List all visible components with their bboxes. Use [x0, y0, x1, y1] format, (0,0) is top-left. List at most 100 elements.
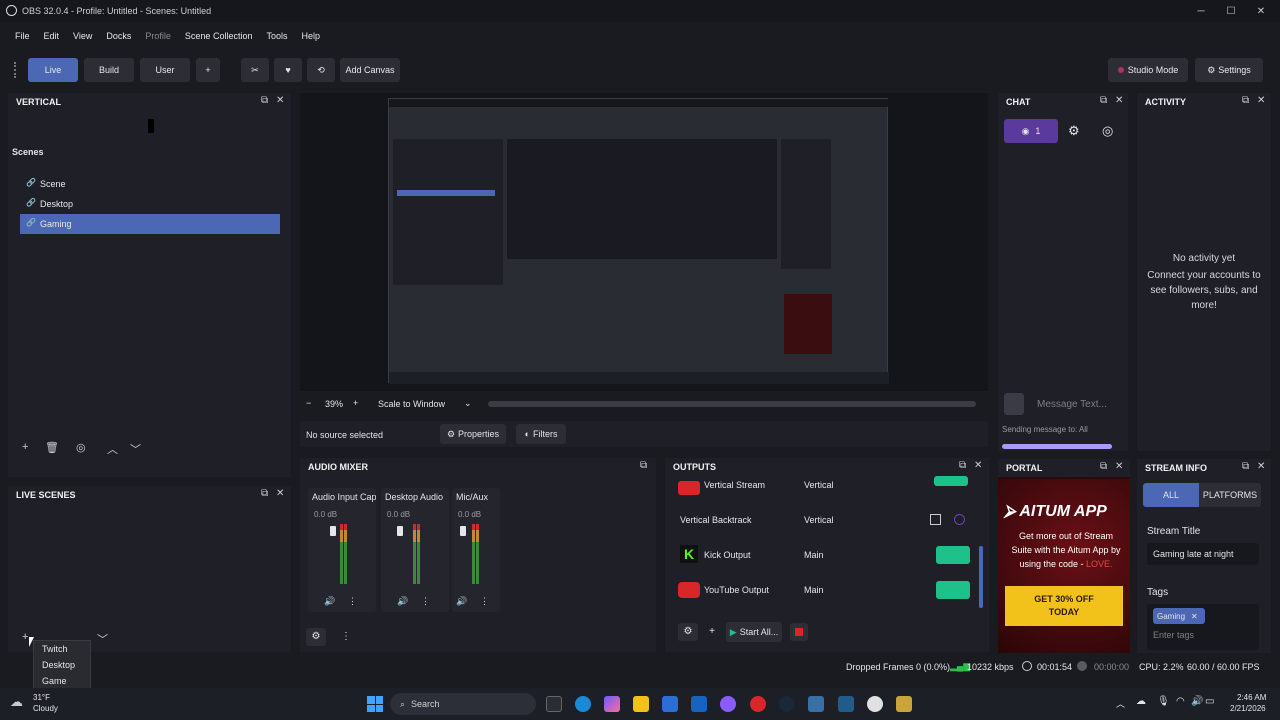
viewer-count-button[interactable]: ◉ 1	[1004, 119, 1058, 143]
menu-docks[interactable]: Docks	[99, 31, 138, 41]
menu-scene-collection[interactable]: Scene Collection	[178, 31, 260, 41]
volume-fader[interactable]	[460, 526, 466, 536]
clock-time[interactable]: 2:46 AM	[1237, 693, 1266, 702]
close-button[interactable]: ✕	[1245, 0, 1277, 22]
scene-item-gaming[interactable]: 🔗 Gaming	[20, 214, 280, 234]
menu-profile[interactable]: Profile	[138, 31, 178, 41]
chat-scrollbar[interactable]	[1002, 444, 1112, 449]
tags-input[interactable]: Enter tags	[1153, 630, 1194, 640]
minimize-button[interactable]: ─	[1185, 0, 1217, 22]
speaker-icon[interactable]: 🔊	[324, 596, 335, 607]
app-icon[interactable]	[808, 696, 824, 712]
zoom-out-button[interactable]: −	[306, 398, 311, 408]
copilot-icon[interactable]	[604, 696, 620, 712]
message-input[interactable]: Message Text...	[1037, 399, 1107, 410]
chevron-up-icon[interactable]: ︿	[1116, 697, 1125, 710]
file-explorer-icon[interactable]	[633, 696, 649, 712]
tab-user[interactable]: User	[140, 58, 190, 82]
studio-mode-button[interactable]: Studio Mode	[1108, 58, 1188, 82]
start-all-button[interactable]: ▶ Start All...	[726, 622, 782, 642]
tab-platforms[interactable]: PLATFORMS	[1199, 483, 1261, 507]
float-icon[interactable]: ⧉	[1100, 95, 1107, 106]
visual-studio-icon[interactable]	[691, 696, 707, 712]
opera-icon[interactable]	[750, 696, 766, 712]
menu-tools[interactable]: Tools	[259, 31, 294, 41]
add-live-scene-icon[interactable]: +	[22, 631, 28, 643]
float-icon[interactable]: ⧉	[1242, 461, 1249, 472]
close-icon[interactable]: ✕	[276, 488, 284, 499]
maximize-button[interactable]: ☐	[1215, 0, 1247, 22]
kick-stream-button[interactable]	[936, 546, 970, 564]
trash-icon[interactable]: 🗑	[45, 441, 59, 454]
up-arrow-icon[interactable]: ︿	[107, 441, 118, 457]
add-canvas-button[interactable]: Add Canvas	[340, 58, 400, 82]
more-icon[interactable]: ⋮	[421, 596, 430, 607]
add-tab-button[interactable]: +	[196, 58, 220, 82]
close-icon[interactable]: ✕	[974, 460, 982, 471]
close-icon[interactable]: ✕	[1115, 95, 1123, 106]
float-icon[interactable]: ⧉	[959, 460, 966, 471]
float-icon[interactable]: ⧉	[640, 460, 647, 471]
microphone-icon[interactable]: 🎙	[1157, 696, 1170, 707]
youtube-stream-button[interactable]	[936, 581, 970, 599]
record-icon[interactable]	[954, 514, 965, 525]
close-icon[interactable]: ✕	[1257, 461, 1265, 472]
stream-toggle-button[interactable]	[934, 476, 968, 486]
remove-tag-icon[interactable]: ✕	[1191, 612, 1198, 621]
zoom-in-button[interactable]: +	[353, 398, 358, 408]
filters-button[interactable]: ◐ Filters	[516, 424, 566, 444]
start-icon[interactable]	[367, 696, 383, 712]
menu-view[interactable]: View	[66, 31, 99, 41]
app-icon[interactable]	[838, 696, 854, 712]
tag-chip[interactable]: Gaming ✕	[1153, 608, 1205, 624]
volume-icon[interactable]: 🔊	[1191, 696, 1203, 707]
wifi-icon[interactable]: ◠	[1176, 696, 1185, 707]
float-icon[interactable]: ⧉	[261, 488, 268, 499]
obs-icon[interactable]	[867, 696, 883, 712]
chat-settings-gear-icon[interactable]: ⚙	[1068, 123, 1080, 139]
chevron-down-icon[interactable]: ﹀	[97, 631, 108, 647]
dropdown-item-twitch[interactable]: Twitch	[34, 641, 90, 657]
volume-fader[interactable]	[330, 526, 336, 536]
more-icon[interactable]: ⋮	[348, 596, 357, 607]
menu-help[interactable]: Help	[294, 31, 327, 41]
more-icon[interactable]: ⋮	[480, 596, 489, 607]
mixer-settings-gear-icon[interactable]: ⚙	[306, 628, 326, 646]
add-output-icon[interactable]: +	[704, 623, 720, 641]
speaker-icon[interactable]: 🔊	[397, 596, 408, 607]
float-icon[interactable]: ⧉	[1100, 461, 1107, 472]
preview-scrollbar[interactable]	[488, 401, 976, 407]
scale-mode-select[interactable]: Scale to Window	[378, 399, 445, 409]
app-icon[interactable]	[720, 696, 736, 712]
down-arrow-icon[interactable]: ﹀	[130, 441, 141, 457]
onedrive-icon[interactable]: ☁	[1136, 696, 1146, 707]
heart-icon[interactable]: ♥	[274, 58, 302, 82]
tags-field[interactable]: Gaming ✕ Enter tags	[1147, 604, 1259, 650]
scene-item-desktop[interactable]: 🔗 Desktop	[20, 194, 280, 214]
mixer-more-icon[interactable]: ⋮	[338, 628, 354, 646]
settings-button[interactable]: ⚙ Settings	[1195, 58, 1263, 82]
menu-edit[interactable]: Edit	[37, 31, 67, 41]
scene-item-scene[interactable]: 🔗 Scene	[20, 174, 280, 194]
app-icon[interactable]	[896, 696, 912, 712]
popout-icon[interactable]: ◎	[1102, 123, 1113, 139]
preview-canvas[interactable]	[300, 93, 988, 391]
tools-icon[interactable]: ✂	[241, 58, 269, 82]
outputs-gear-icon[interactable]: ⚙	[678, 623, 698, 641]
outputs-scrollbar[interactable]	[979, 546, 983, 608]
float-icon[interactable]: ⧉	[1242, 95, 1249, 106]
stream-title-input[interactable]: Gaming late at night	[1147, 543, 1259, 565]
refresh-icon[interactable]: ⟲	[307, 58, 335, 82]
clock-date[interactable]: 2/21/2026	[1230, 704, 1266, 713]
stop-icon[interactable]	[930, 514, 941, 525]
volume-fader[interactable]	[397, 526, 403, 536]
speaker-icon[interactable]: 🔊	[456, 596, 467, 607]
menu-file[interactable]: File	[8, 31, 37, 41]
close-icon[interactable]: ✕	[1115, 461, 1123, 472]
properties-button[interactable]: ⚙ Properties	[440, 424, 506, 444]
tab-build[interactable]: Build	[84, 58, 134, 82]
edge-icon[interactable]	[575, 696, 591, 712]
chevron-down-icon[interactable]: ⌄	[464, 398, 472, 409]
get-discount-button[interactable]: GET 30% OFF TODAY	[1005, 586, 1123, 626]
float-icon[interactable]: ⧉	[261, 95, 268, 106]
